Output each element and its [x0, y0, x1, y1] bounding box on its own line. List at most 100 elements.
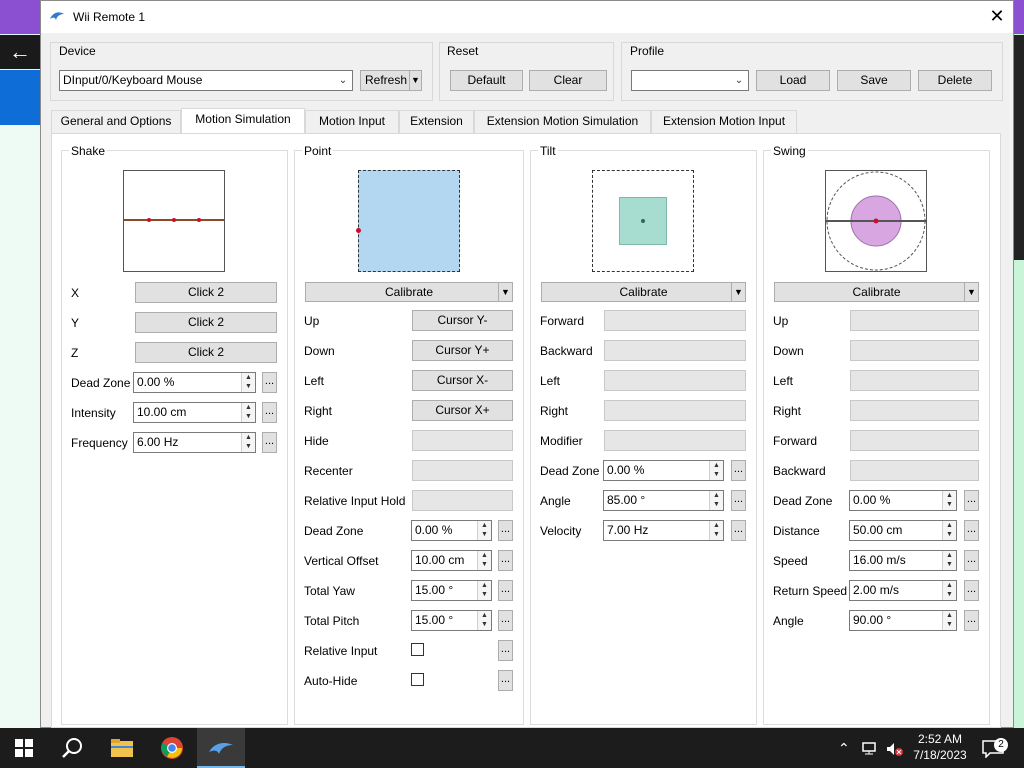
- spin-arrows-icon[interactable]: ▲ ▼: [477, 611, 491, 630]
- point-total-yaw-more-button[interactable]: ...: [498, 580, 513, 601]
- tilt-forward-binding[interactable]: [604, 310, 746, 331]
- shake-deadzone-more-button[interactable]: ...: [262, 372, 277, 393]
- point-up-binding[interactable]: Cursor Y-: [412, 310, 513, 331]
- swing-deadzone-input[interactable]: 0.00 % ▲ ▼: [849, 490, 957, 511]
- chevron-up-icon[interactable]: ⌃: [838, 728, 850, 768]
- clear-button[interactable]: Clear: [529, 70, 607, 91]
- tab-motion-simulation[interactable]: Motion Simulation: [181, 108, 305, 134]
- close-icon[interactable]: ✕: [981, 1, 1013, 33]
- spin-arrows-icon[interactable]: ▲ ▼: [477, 551, 491, 570]
- tilt-angle-more-button[interactable]: ...: [731, 490, 746, 511]
- point-left-binding[interactable]: Cursor X-: [412, 370, 513, 391]
- tilt-velocity-more-button[interactable]: ...: [731, 520, 746, 541]
- swing-down-binding[interactable]: [850, 340, 979, 361]
- delete-button[interactable]: Delete: [918, 70, 992, 91]
- spin-arrows-icon[interactable]: ▲ ▼: [942, 551, 956, 570]
- tab-general-and-options[interactable]: General and Options: [51, 110, 181, 133]
- load-button[interactable]: Load: [756, 70, 830, 91]
- windows-icon[interactable]: [0, 728, 48, 768]
- dropdown-arrow-icon[interactable]: ▼: [409, 71, 421, 90]
- dropdown-arrow-icon[interactable]: ▼: [498, 283, 512, 301]
- swing-return-speed-more-button[interactable]: ...: [964, 580, 979, 601]
- swing-angle-more-button[interactable]: ...: [964, 610, 979, 631]
- tilt-right-binding[interactable]: [604, 400, 746, 421]
- shake-deadzone-input[interactable]: 0.00 % ▲ ▼: [133, 372, 256, 393]
- swing-deadzone-more-button[interactable]: ...: [964, 490, 979, 511]
- point-total-pitch-more-button[interactable]: ...: [498, 610, 513, 631]
- tab-motion-input[interactable]: Motion Input: [305, 110, 399, 133]
- tab-extension-motion-simulation[interactable]: Extension Motion Simulation: [474, 110, 651, 133]
- tab-extension[interactable]: Extension: [399, 110, 474, 133]
- shake-frequency-more-button[interactable]: ...: [262, 432, 277, 453]
- point-relative-input-more-button[interactable]: ...: [498, 640, 513, 661]
- shake-z-binding[interactable]: Click 2: [135, 342, 277, 363]
- spin-arrows-icon[interactable]: ▲ ▼: [241, 433, 255, 452]
- save-button[interactable]: Save: [837, 70, 911, 91]
- notifications-icon[interactable]: 2: [982, 728, 1008, 768]
- spin-arrows-icon[interactable]: ▲ ▼: [709, 491, 723, 510]
- spin-arrows-icon[interactable]: ▲ ▼: [477, 581, 491, 600]
- shake-y-binding[interactable]: Click 2: [135, 312, 277, 333]
- point-right-binding[interactable]: Cursor X+: [412, 400, 513, 421]
- tilt-deadzone-more-button[interactable]: ...: [731, 460, 746, 481]
- spin-arrows-icon[interactable]: ▲ ▼: [241, 403, 255, 422]
- default-button[interactable]: Default: [450, 70, 523, 91]
- spin-arrows-icon[interactable]: ▲ ▼: [942, 521, 956, 540]
- clock[interactable]: 2:52 AM 7/18/2023: [912, 731, 968, 763]
- network-icon[interactable]: [862, 728, 880, 768]
- volume-muted-icon[interactable]: [886, 728, 904, 768]
- swing-forward-binding[interactable]: [850, 430, 979, 451]
- refresh-button[interactable]: Refresh ▼: [360, 70, 422, 91]
- point-auto-hide-more-button[interactable]: ...: [498, 670, 513, 691]
- point-total-yaw-input[interactable]: 15.00 ° ▲ ▼: [411, 580, 492, 601]
- spin-arrows-icon[interactable]: ▲ ▼: [942, 611, 956, 630]
- shake-frequency-input[interactable]: 6.00 Hz ▲ ▼: [133, 432, 256, 453]
- shake-intensity-input[interactable]: 10.00 cm ▲ ▼: [133, 402, 256, 423]
- tilt-velocity-input[interactable]: 7.00 Hz ▲ ▼: [603, 520, 724, 541]
- point-vertical-offset-input[interactable]: 10.00 cm ▲ ▼: [411, 550, 492, 571]
- swing-distance-input[interactable]: 50.00 cm ▲ ▼: [849, 520, 957, 541]
- swing-right-binding[interactable]: [850, 400, 979, 421]
- tilt-angle-input[interactable]: 85.00 ° ▲ ▼: [603, 490, 724, 511]
- chrome-icon[interactable]: [148, 728, 196, 768]
- profile-select[interactable]: ⌄: [631, 70, 749, 91]
- search-icon[interactable]: [48, 728, 96, 768]
- shake-x-binding[interactable]: Click 2: [135, 282, 277, 303]
- swing-backward-binding[interactable]: [850, 460, 979, 481]
- dropdown-arrow-icon[interactable]: ▼: [731, 283, 745, 301]
- spin-arrows-icon[interactable]: ▲ ▼: [709, 521, 723, 540]
- point-auto-hide-checkbox[interactable]: [411, 673, 424, 686]
- point-deadzone-input[interactable]: 0.00 % ▲ ▼: [411, 520, 492, 541]
- point-relative-input-checkbox[interactable]: [411, 643, 424, 656]
- dropdown-arrow-icon[interactable]: ▼: [964, 283, 978, 301]
- spin-arrows-icon[interactable]: ▲ ▼: [241, 373, 255, 392]
- swing-speed-more-button[interactable]: ...: [964, 550, 979, 571]
- spin-arrows-icon[interactable]: ▲ ▼: [942, 581, 956, 600]
- point-total-pitch-input[interactable]: 15.00 ° ▲ ▼: [411, 610, 492, 631]
- swing-distance-more-button[interactable]: ...: [964, 520, 979, 541]
- spin-arrows-icon[interactable]: ▲ ▼: [709, 461, 723, 480]
- swing-angle-input[interactable]: 90.00 ° ▲ ▼: [849, 610, 957, 631]
- spin-arrows-icon[interactable]: ▲ ▼: [942, 491, 956, 510]
- point-recenter-binding[interactable]: [412, 460, 513, 481]
- swing-return-speed-input[interactable]: 2.00 m/s ▲ ▼: [849, 580, 957, 601]
- file-explorer-icon[interactable]: [98, 728, 146, 768]
- shake-intensity-more-button[interactable]: ...: [262, 402, 277, 423]
- tilt-backward-binding[interactable]: [604, 340, 746, 361]
- dolphin-icon[interactable]: [197, 728, 245, 768]
- swing-calibrate-button[interactable]: Calibrate ▼: [774, 282, 979, 302]
- tilt-deadzone-input[interactable]: 0.00 % ▲ ▼: [603, 460, 724, 481]
- point-calibrate-button[interactable]: Calibrate ▼: [305, 282, 513, 302]
- swing-left-binding[interactable]: [850, 370, 979, 391]
- tilt-left-binding[interactable]: [604, 370, 746, 391]
- swing-speed-input[interactable]: 16.00 m/s ▲ ▼: [849, 550, 957, 571]
- point-relative-hold-binding[interactable]: [412, 490, 513, 511]
- tab-extension-motion-input[interactable]: Extension Motion Input: [651, 110, 797, 133]
- point-down-binding[interactable]: Cursor Y+: [412, 340, 513, 361]
- point-deadzone-more-button[interactable]: ...: [498, 520, 513, 541]
- spin-arrows-icon[interactable]: ▲ ▼: [477, 521, 491, 540]
- swing-up-binding[interactable]: [850, 310, 979, 331]
- point-hide-binding[interactable]: [412, 430, 513, 451]
- tilt-modifier-binding[interactable]: [604, 430, 746, 451]
- device-select[interactable]: DInput/0/Keyboard Mouse ⌄: [59, 70, 353, 91]
